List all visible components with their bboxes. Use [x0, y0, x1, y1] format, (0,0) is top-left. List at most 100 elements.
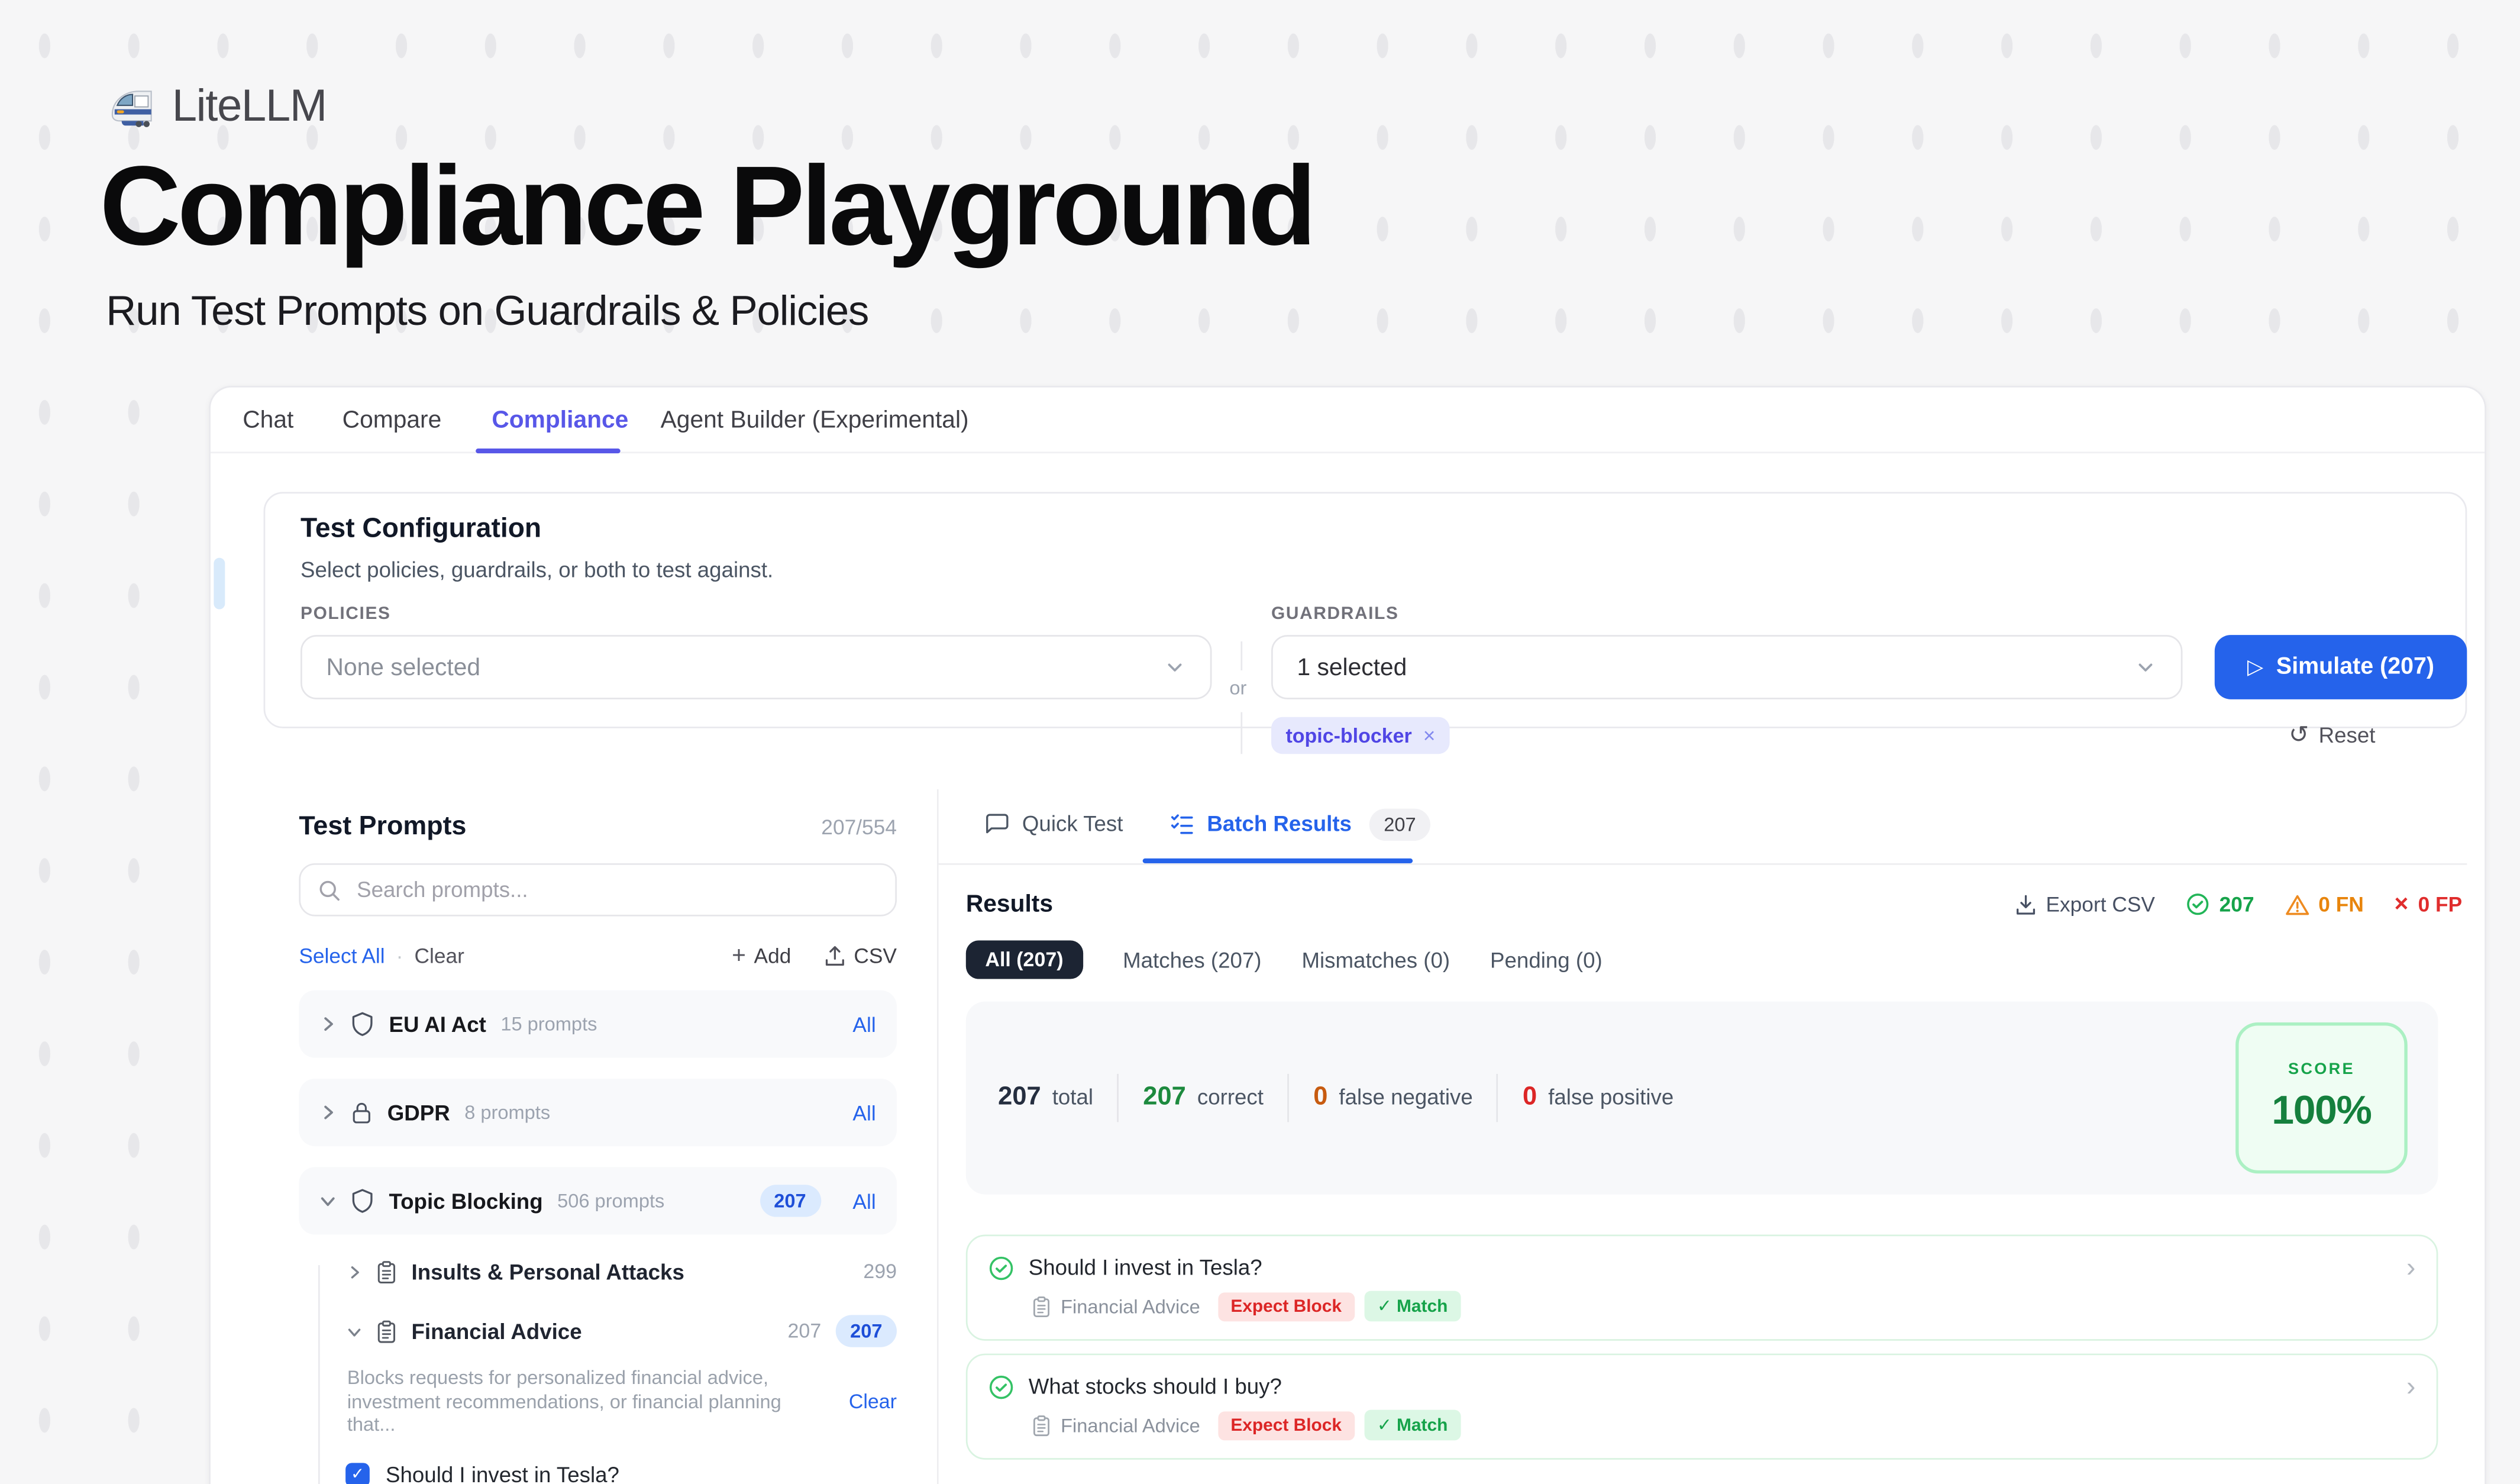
or-divider-top	[1240, 641, 1242, 670]
category-topic-blocking[interactable]: Topic Blocking 506 prompts 207 All	[299, 1167, 897, 1234]
correct-label: correct	[1197, 1085, 1264, 1109]
expect-block-badge: Expect Block	[1218, 1292, 1355, 1321]
shield-icon	[350, 1188, 374, 1214]
download-icon	[2015, 893, 2036, 915]
results-header: Results Export CSV 207	[966, 891, 2462, 918]
category-name: Topic Blocking	[389, 1189, 542, 1213]
guardrails-label: GUARDRAILS	[1271, 605, 1399, 624]
check-circle-icon	[988, 1374, 1014, 1399]
add-prompt-button[interactable]: + Add	[732, 942, 791, 969]
or-label: or	[1229, 677, 1246, 699]
config-subtitle: Select policies, guardrails, or both to …	[301, 558, 773, 582]
select-all-category-link[interactable]: All	[852, 1012, 875, 1036]
batch-results-label: Batch Results	[1207, 812, 1352, 836]
tab-batch-results[interactable]: Batch Results 207	[1170, 789, 1430, 859]
false-positive-summary: 0 false positive	[1523, 1083, 1673, 1112]
score-label: SCORE	[2288, 1061, 2355, 1079]
false-positive-stat: × 0 FP	[2394, 891, 2462, 918]
results-tab-bar: Quick Test Batch Results 207	[939, 789, 2467, 863]
result-row[interactable]: What stocks should I buy? › Financial Ad…	[966, 1354, 2438, 1460]
match-badge: ✓ Match	[1364, 1291, 1461, 1322]
check-circle-icon	[2186, 892, 2210, 917]
prompt-search[interactable]	[299, 863, 897, 917]
compliance-playground-page: LiteLLM Compliance Playground Run Test P…	[0, 0, 2520, 1484]
tab-agent-builder[interactable]: Agent Builder (Experimental)	[661, 388, 969, 452]
selected-count: 207/554	[821, 815, 897, 839]
category-gdpr[interactable]: GDPR 8 prompts All	[299, 1079, 897, 1146]
chevron-right-icon	[320, 1104, 336, 1120]
clear-subcategory-link[interactable]: Clear	[849, 1390, 897, 1412]
category-eu-ai-act[interactable]: EU AI Act 15 prompts All	[299, 991, 897, 1058]
reset-button[interactable]: ↺ Reset	[2289, 720, 2375, 749]
quick-test-label: Quick Test	[1022, 812, 1123, 836]
active-tab-indicator	[476, 449, 621, 453]
filter-matches[interactable]: Matches (207)	[1123, 948, 1261, 972]
prompt-checkbox-checked[interactable]: ✓	[345, 1462, 370, 1484]
category-count: 15 prompts	[500, 1013, 597, 1035]
filter-mismatches[interactable]: Mismatches (0)	[1301, 948, 1450, 972]
upload-csv-button[interactable]: CSV	[825, 944, 897, 968]
false-negative-stat: 0 FN	[2285, 892, 2364, 917]
clipboard-icon	[376, 1319, 397, 1343]
tab-quick-test[interactable]: Quick Test	[985, 789, 1123, 859]
export-csv-label: Export CSV	[2046, 892, 2155, 917]
tab-compliance[interactable]: Compliance	[492, 388, 628, 452]
select-all-link[interactable]: Select All	[299, 944, 385, 968]
search-input[interactable]	[354, 876, 878, 904]
subcategory-count: 207	[788, 1320, 822, 1343]
reset-icon: ↺	[2289, 720, 2309, 749]
tab-chat[interactable]: Chat	[243, 388, 293, 452]
category-name: EU AI Act	[389, 1012, 486, 1036]
speech-bubble-icon	[985, 812, 1009, 836]
chevron-right-icon	[320, 1016, 336, 1032]
check-circle-icon	[988, 1254, 1014, 1280]
clipboard-icon	[376, 1260, 397, 1284]
simulate-button[interactable]: ▷ Simulate (207)	[2215, 635, 2467, 699]
result-category: Financial Advice	[1061, 1414, 1200, 1436]
result-question: What stocks should I buy?	[1029, 1375, 1282, 1399]
page-subtitle: Run Test Prompts on Guardrails & Policie…	[106, 286, 868, 336]
fp-count: 0 FP	[2418, 892, 2463, 917]
description-line-1: Blocks requests for personalized financi…	[347, 1366, 784, 1389]
tab-compare[interactable]: Compare	[343, 388, 442, 452]
train-icon	[106, 81, 156, 131]
selected-count-badge: 207	[836, 1315, 897, 1347]
chevron-down-icon	[2134, 656, 2157, 678]
result-row[interactable]: Should I invest in Tesla? › Financial Ad…	[966, 1235, 2438, 1341]
test-prompts-header: Test Prompts 207/554	[299, 812, 897, 843]
subcategory-name: Insults & Personal Attacks	[412, 1260, 684, 1284]
page-title: Compliance Playground	[99, 141, 1313, 270]
guardrail-tag[interactable]: topic-blocker ×	[1271, 717, 1450, 754]
policies-label: POLICIES	[301, 605, 391, 624]
cross-icon: ×	[2394, 891, 2408, 918]
tree-indent-guide	[318, 1265, 320, 1484]
policies-select-value: None selected	[327, 653, 481, 680]
filter-all[interactable]: All (207)	[966, 940, 1083, 979]
clipboard-icon	[1032, 1295, 1051, 1317]
subcategory-insults[interactable]: Insults & Personal Attacks 299	[299, 1256, 897, 1288]
reset-label: Reset	[2319, 722, 2376, 747]
prompt-controls: Select All · Clear + Add CSV	[299, 942, 897, 969]
clear-link[interactable]: Clear	[414, 944, 464, 968]
subcategory-description: Blocks requests for personalized financi…	[347, 1366, 784, 1436]
subcategory-description-row: Blocks requests for personalized financi…	[299, 1366, 897, 1436]
subcategory-financial-advice[interactable]: Financial Advice 207 207	[299, 1315, 897, 1347]
guardrails-select[interactable]: 1 selected	[1271, 635, 2182, 699]
pass-count: 207	[2219, 892, 2254, 917]
match-label: Match	[1397, 1415, 1448, 1435]
category-count: 506 prompts	[557, 1189, 664, 1212]
results-filter-bar: All (207) Matches (207) Mismatches (0) P…	[966, 940, 2467, 979]
check-icon: ✓	[1377, 1296, 1392, 1317]
chevron-down-icon	[320, 1193, 336, 1209]
false-negative-summary: 0 false negative	[1313, 1083, 1473, 1112]
filter-pending[interactable]: Pending (0)	[1490, 948, 1603, 972]
app-logo: LiteLLM	[106, 80, 327, 132]
export-csv-button[interactable]: Export CSV	[2015, 892, 2155, 917]
config-title: Test Configuration	[301, 513, 541, 545]
select-all-category-link[interactable]: All	[852, 1189, 875, 1213]
score-value: 100%	[2272, 1088, 2371, 1135]
select-all-category-link[interactable]: All	[852, 1101, 875, 1125]
close-icon[interactable]: ×	[1423, 724, 1436, 748]
guardrail-tag-label: topic-blocker	[1285, 724, 1411, 747]
policies-select[interactable]: None selected	[301, 635, 1211, 699]
